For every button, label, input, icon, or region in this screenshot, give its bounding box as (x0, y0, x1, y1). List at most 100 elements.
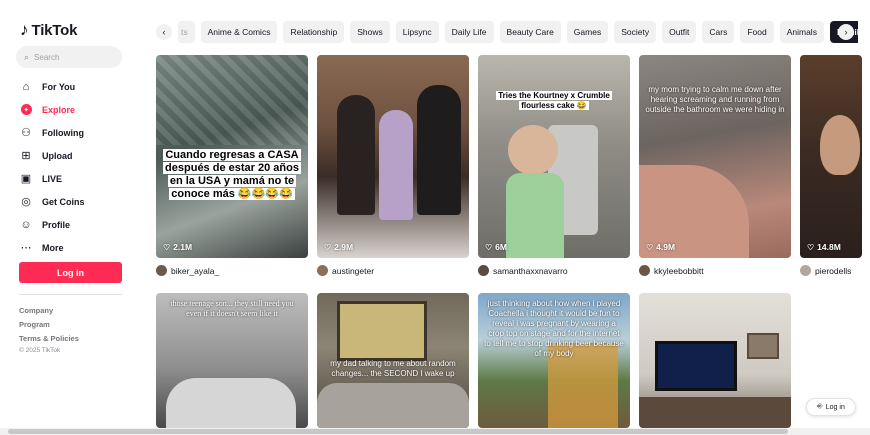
tag-partial[interactable]: ts (178, 21, 195, 43)
video-thumbnail[interactable]: Cuando regresas a CASA después de estar … (156, 55, 308, 258)
tag-daily-life[interactable]: Daily Life (444, 21, 494, 43)
sidebar-item-live[interactable]: ▣ LIVE (19, 167, 85, 190)
sidebar-item-label: LIVE (42, 173, 63, 184)
compass-icon: ✦ (20, 104, 32, 115)
sidebar-item-label: Following (42, 127, 84, 138)
scrollbar-thumb[interactable] (8, 429, 788, 434)
divider (19, 294, 122, 295)
tag-shows[interactable]: Shows (350, 21, 390, 43)
user-plus-icon: ⚇ (21, 127, 31, 139)
horizontal-scrollbar[interactable] (0, 428, 870, 435)
tag-animals[interactable]: Animals (779, 21, 824, 43)
view-count: ♡ 6M (485, 242, 507, 252)
avatar (639, 265, 650, 276)
sidebar-item-more[interactable]: ⋯ More (19, 236, 85, 259)
sidebar-item-explore[interactable]: ✦ Explore (19, 98, 85, 121)
tiktok-logo[interactable]: ♪ TikTok (20, 20, 77, 40)
video-card: Tries the Kourtney x Crumble flourless c… (478, 55, 630, 276)
avatar (800, 265, 811, 276)
sidebar-item-label: Get Coins (42, 196, 85, 207)
login-pill-label: Log in (825, 403, 845, 411)
floating-login-button[interactable]: ⎆ Log in (806, 398, 856, 416)
scroll-left-button[interactable]: ‹ (156, 24, 172, 40)
tag-outfit[interactable]: Outfit (662, 21, 697, 43)
avatar (317, 265, 328, 276)
video-thumbnail[interactable]: my dad talking to me about random change… (317, 293, 469, 428)
tag-society[interactable]: Society (614, 21, 657, 43)
tag-cars[interactable]: Cars (702, 21, 735, 43)
avatar (478, 265, 489, 276)
heart-icon: ♡ (807, 242, 815, 252)
creator[interactable]: biker_ayala_ (156, 265, 308, 276)
live-tv-icon: ▣ (20, 173, 32, 185)
video-card (639, 293, 791, 428)
footer-link-program[interactable]: Program (19, 318, 79, 332)
login-button[interactable]: Log in (19, 262, 122, 283)
video-card: ♡ 14.8M pierodells (800, 55, 862, 276)
video-card: Cuando regresas a CASA después de estar … (156, 55, 308, 276)
sidebar-item-for-you[interactable]: ⌂ For You (19, 75, 85, 98)
tag-games[interactable]: Games (566, 21, 609, 43)
tag-beauty-care[interactable]: Beauty Care (499, 21, 561, 43)
sidebar-item-label: Upload (42, 150, 73, 161)
video-thumbnail[interactable]: Tries the Kourtney x Crumble flourless c… (478, 55, 630, 258)
video-thumbnail[interactable]: ♡ 14.8M (800, 55, 862, 258)
tag-lipsync[interactable]: Lipsync (395, 21, 439, 43)
video-thumbnail[interactable] (639, 293, 791, 428)
search-icon: ⌕ (24, 51, 30, 62)
view-count: ♡ 2.1M (163, 242, 193, 252)
video-thumbnail[interactable]: just thinking about how when i played Co… (478, 293, 630, 428)
sidebar-item-label: For You (42, 81, 76, 92)
sidebar-item-following[interactable]: ⚇ Following (19, 121, 85, 144)
sidebar: ♪ TikTok ⌕ ⌂ For You ✦ Explore ⚇ Followi… (0, 0, 140, 435)
heart-icon: ♡ (163, 242, 171, 252)
tag-food[interactable]: Food (740, 21, 774, 43)
footer-link-company[interactable]: Company (19, 304, 79, 318)
video-thumbnail[interactable]: my mom trying to calm me down after hear… (639, 55, 791, 258)
video-caption: Tries the Kourtney x Crumble flourless c… (496, 91, 612, 110)
sidebar-item-get-coins[interactable]: ◎ Get Coins (19, 190, 85, 213)
video-card: just thinking about how when i played Co… (478, 293, 630, 428)
footer-link-terms[interactable]: Terms & Policies (19, 332, 79, 346)
video-thumbnail[interactable]: those teenage son... they still need you… (156, 293, 308, 428)
sidebar-item-upload[interactable]: ⊞ Upload (19, 144, 85, 167)
category-tag-bar: ‹ ts Anime & Comics Relationship Shows L… (156, 20, 858, 44)
search-box[interactable]: ⌕ (16, 46, 122, 68)
heart-icon: ♡ (324, 242, 332, 252)
heart-icon: ♡ (485, 242, 493, 252)
view-count: ♡ 14.8M (807, 242, 841, 252)
video-card: those teenage son... they still need you… (156, 293, 308, 428)
creator[interactable]: kkyleebobbitt (639, 265, 791, 276)
video-caption: those teenage son... they still need you… (170, 299, 294, 318)
scroll-right-button[interactable]: › (838, 24, 854, 40)
video-card: my dad talking to me about random change… (317, 293, 469, 428)
sidebar-item-profile[interactable]: ☺ Profile (19, 213, 85, 236)
heart-icon: ♡ (646, 242, 654, 252)
logo-text: TikTok (31, 21, 78, 39)
chevron-right-icon: › (844, 27, 848, 37)
tag-relationship[interactable]: Relationship (283, 21, 345, 43)
creator-name: biker_ayala_ (171, 265, 220, 276)
video-caption: Cuando regresas a CASA después de estar … (163, 149, 301, 200)
creator-name: kkyleebobbitt (654, 265, 704, 276)
sidebar-item-label: Profile (42, 219, 71, 230)
chevron-left-icon: ‹ (162, 27, 166, 37)
avatar (156, 265, 167, 276)
creator[interactable]: austingeter (317, 265, 469, 276)
creator[interactable]: samanthaxxnavarro (478, 265, 630, 276)
view-count: ♡ 2.9M (324, 242, 354, 252)
video-card: my mom trying to calm me down after hear… (639, 55, 791, 276)
sidebar-item-label: Explore (42, 104, 76, 115)
search-input[interactable] (34, 52, 115, 62)
copyright: © 2025 TikTok (19, 347, 61, 354)
person-icon: ☺ (20, 218, 32, 231)
video-caption: my dad talking to me about random change… (330, 359, 456, 378)
video-card: ♡ 2.9M austingeter (317, 55, 469, 276)
tag-anime-comics[interactable]: Anime & Comics (200, 21, 278, 43)
creator-name: pierodells (815, 265, 852, 276)
tiktok-note-icon: ♪ (20, 20, 29, 39)
sidebar-nav: ⌂ For You ✦ Explore ⚇ Following ⊞ Upload… (19, 75, 85, 259)
sidebar-item-label: More (42, 242, 64, 253)
video-thumbnail[interactable]: ♡ 2.9M (317, 55, 469, 258)
creator[interactable]: pierodells (800, 265, 862, 276)
